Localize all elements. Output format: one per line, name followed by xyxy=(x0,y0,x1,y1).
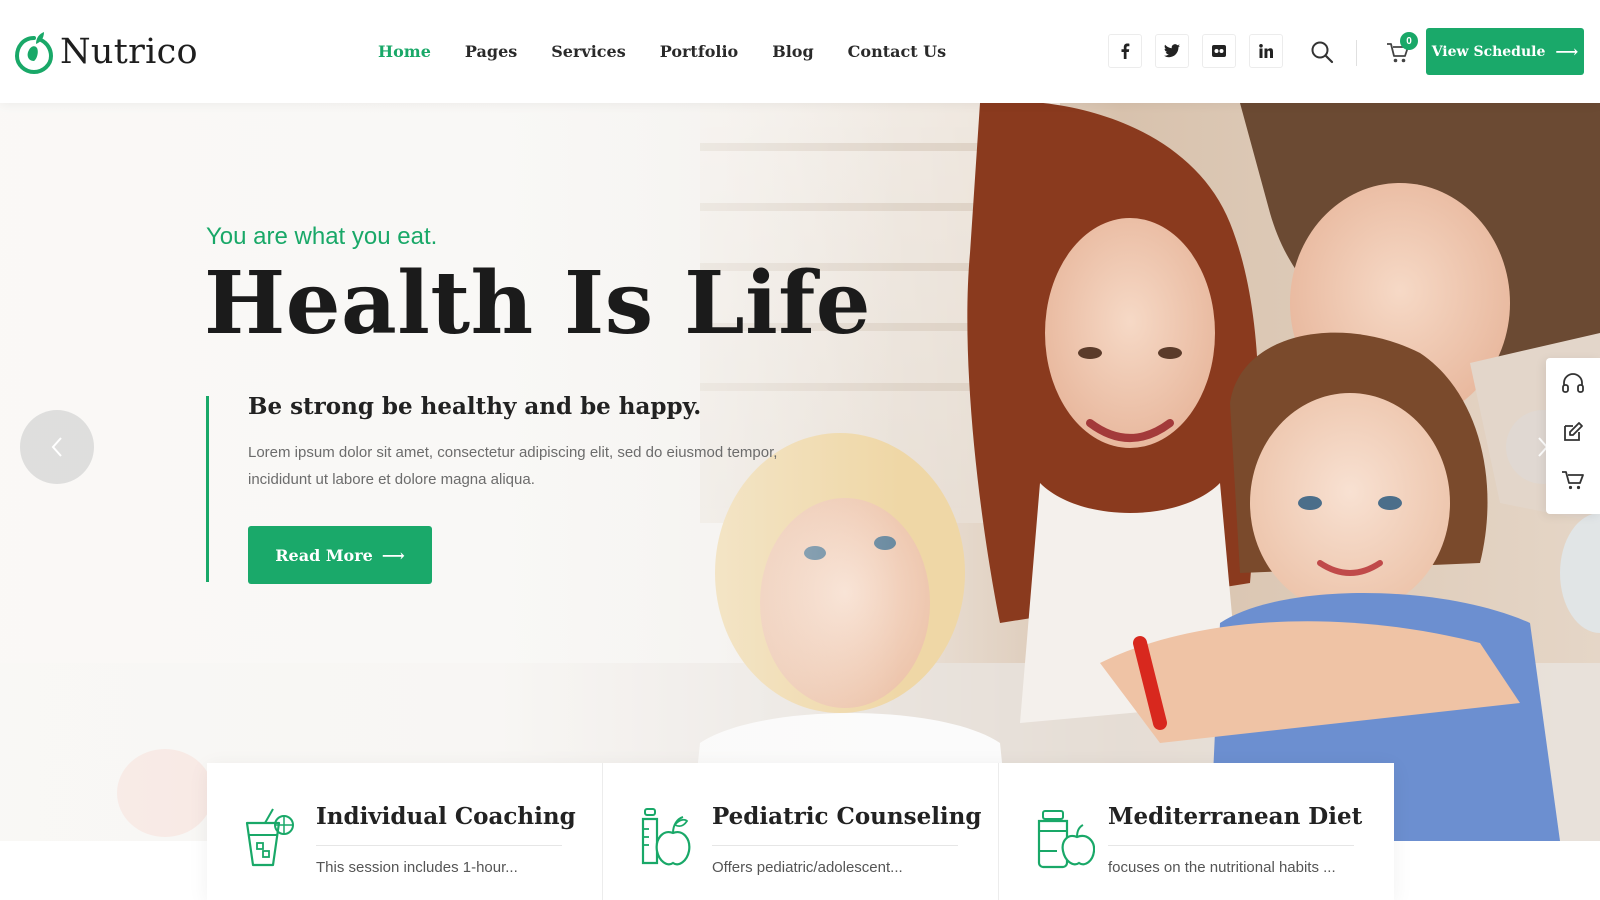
cart-icon[interactable] xyxy=(1561,468,1585,492)
nav-item-contact-us[interactable]: Contact Us xyxy=(848,42,946,61)
headset-icon[interactable] xyxy=(1561,372,1585,396)
nav-item-pages[interactable]: Pages xyxy=(465,42,517,61)
juice-glass-icon xyxy=(243,807,295,869)
hero-tagline: You are what you eat. xyxy=(206,223,438,250)
nav-item-services[interactable]: Services xyxy=(551,42,625,61)
floating-side-panel xyxy=(1546,358,1600,514)
flickr-icon[interactable] xyxy=(1202,34,1236,68)
main-nav: Home Pages Services Portfolio Blog Conta… xyxy=(378,42,980,61)
card-divider xyxy=(316,845,562,846)
hero-accent-line xyxy=(206,396,209,582)
social-links xyxy=(1108,34,1296,68)
view-schedule-label: View Schedule xyxy=(1431,43,1546,60)
service-title: Pediatric Counseling xyxy=(712,803,982,830)
hero-description: Lorem ipsum dolor sit amet, consectetur … xyxy=(248,444,778,488)
linkedin-icon[interactable] xyxy=(1249,34,1283,68)
twitter-icon[interactable] xyxy=(1155,34,1189,68)
view-schedule-button[interactable]: View Schedule ⟶ xyxy=(1426,28,1584,75)
service-description: This session includes 1-hour... xyxy=(316,859,518,876)
read-more-label: Read More xyxy=(275,545,373,565)
arrow-right-icon: ⟶ xyxy=(381,545,405,565)
header-divider xyxy=(1356,40,1357,66)
baby-bottle-apple-icon xyxy=(639,807,691,869)
service-card-mediterranean-diet[interactable]: Mediterranean Diet focuses on the nutrit… xyxy=(999,763,1394,900)
facebook-icon[interactable] xyxy=(1108,34,1142,68)
read-more-button[interactable]: Read More ⟶ xyxy=(248,526,432,584)
service-card-pediatric-counseling[interactable]: Pediatric Counseling Offers pediatric/ad… xyxy=(603,763,999,900)
service-description: focuses on the nutritional habits ... xyxy=(1108,859,1336,876)
service-title: Mediterranean Diet xyxy=(1108,803,1363,830)
nav-item-portfolio[interactable]: Portfolio xyxy=(660,42,738,61)
jar-apple-icon xyxy=(1035,807,1096,869)
hero-title: Health Is Life xyxy=(204,253,871,354)
service-cards: Individual Coaching This session include… xyxy=(207,763,1394,900)
site-header: Nutrico Home Pages Services Portfolio Bl… xyxy=(0,0,1600,103)
card-divider xyxy=(1108,845,1354,846)
hero-subtitle: Be strong be healthy and be happy. xyxy=(248,393,702,420)
service-title: Individual Coaching xyxy=(316,803,576,830)
cart-count-badge: 0 xyxy=(1400,32,1418,50)
nav-item-blog[interactable]: Blog xyxy=(772,42,813,61)
edit-icon[interactable] xyxy=(1561,420,1585,444)
arrow-right-icon: ⟶ xyxy=(1555,42,1579,61)
chevron-left-icon xyxy=(51,437,62,457)
service-card-individual-coaching[interactable]: Individual Coaching This session include… xyxy=(207,763,603,900)
search-icon[interactable] xyxy=(1310,40,1334,64)
hero-slider: You are what you eat. Health Is Life Be … xyxy=(0,103,1600,841)
card-divider xyxy=(712,845,958,846)
service-description: Offers pediatric/adolescent... xyxy=(712,859,903,876)
brand-name: Nutrico xyxy=(60,32,198,72)
leaf-logo-icon xyxy=(14,30,54,75)
logo[interactable]: Nutrico xyxy=(14,30,198,75)
nav-item-home[interactable]: Home xyxy=(378,42,431,61)
slider-prev-button[interactable] xyxy=(20,410,94,484)
